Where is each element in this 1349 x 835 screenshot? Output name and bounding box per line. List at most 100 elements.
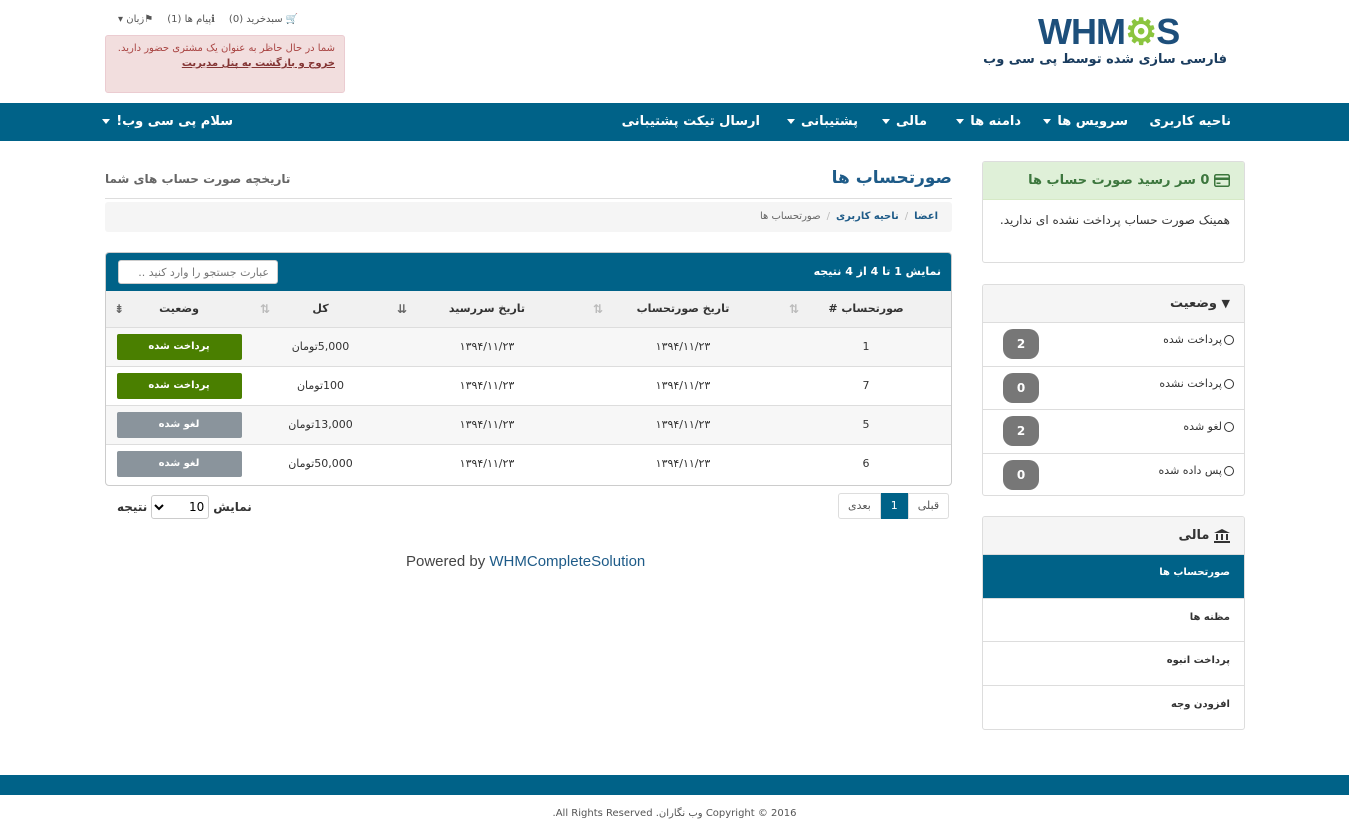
col-label: تاریخ سررسید — [448, 302, 526, 316]
bank-icon — [1214, 528, 1230, 543]
invoice-number-cell: 1 — [862, 340, 870, 353]
due-date-cell: ۱۳۹۴/۱۱/۲۳ — [459, 340, 515, 353]
invoice-date-cell: ۱۳۹۴/۱۱/۲۳ — [655, 457, 711, 471]
alert-text: شما در حال حاظر به عنوان یک مشتری حضور د… — [117, 43, 335, 54]
due-invoices-message: همینک صورت حساب پرداخت نشده ای ندارید. — [999, 213, 1230, 227]
col-label: کل — [312, 302, 329, 316]
breadcrumb: اعضا / ناحیه کاربری / صورتحساب ها — [105, 202, 952, 232]
billing-menu-item[interactable]: پرداخت انبوه — [983, 642, 1244, 686]
due-invoices-panel: 0 سر رسید صورت حساب ها همینک صورت حساب پ… — [982, 161, 1245, 263]
radio-icon — [1224, 335, 1234, 345]
return-to-admin-link[interactable]: خروج و بازگشت به پنل مدیریت — [115, 56, 335, 71]
nav-account[interactable]: سلام پی سی وب! — [102, 103, 233, 141]
status-filter-label: پس داده شده — [1158, 463, 1222, 477]
col-total[interactable]: کل ⇅ — [252, 291, 389, 327]
billing-menu-item[interactable]: صورتحساب ها — [983, 555, 1244, 599]
gear-icon: ⚙ — [1124, 11, 1157, 52]
length-results-label: نتیجه — [117, 500, 148, 514]
status-label: پرداخت شده — [116, 333, 242, 360]
status-label: پرداخت شده — [116, 372, 242, 399]
sort-desc-icon: ⇊ — [397, 302, 408, 316]
col-invoice-number[interactable]: صورتحساب # ⇅ — [781, 291, 951, 327]
sort-icon: ⇅ — [789, 302, 800, 316]
page-1-button[interactable]: 1 — [880, 493, 908, 519]
breadcrumb-portal[interactable]: اعضا — [914, 211, 938, 222]
billing-menu: صورتحساب ها مظنه ها پرداخت انبوه افزودن وجه — [983, 555, 1244, 729]
billing-menu-item[interactable]: مظنه ها — [983, 599, 1244, 642]
main-navbar: ناحیه کاربری سرویس ها دامنه ها مالی پشتی… — [0, 103, 1349, 141]
invoices-table-card: نمایش 1 تا 4 از 4 نتیجه صورتحساب # ⇅ تاری… — [105, 252, 952, 486]
caret-down-icon — [882, 119, 891, 124]
nav-domains[interactable]: دامنه ها — [956, 103, 1021, 141]
table-row[interactable]: 1 ۱۳۹۴/۱۱/۲۳ ۱۳۹۴/۱۱/۲۳ 5,000تومان پرداخت شد… — [106, 327, 951, 366]
breadcrumb-client-area[interactable]: ناحیه کاربری — [836, 211, 899, 222]
status-count-badge: 2 — [1003, 416, 1039, 446]
masquerade-alert: شما در حال حاظر به عنوان یک مشتری حضور د… — [105, 35, 345, 93]
status-cell: پرداخت شده — [106, 327, 252, 366]
messages-label: پیام ها (1) — [167, 14, 212, 25]
caret-down-icon — [1043, 119, 1052, 124]
caret-down-icon — [787, 119, 796, 124]
nav-home-label: ناحیه کاربری — [1149, 114, 1231, 129]
invoice-number-cell: 7 — [862, 379, 870, 392]
nav-services[interactable]: سرویس ها — [1043, 103, 1128, 141]
prev-page-button[interactable]: قبلی — [907, 493, 950, 519]
nav-support[interactable]: پشتیبانی — [787, 103, 858, 141]
cart-link[interactable]: 🛒 سبدخرید (0) — [229, 14, 298, 25]
status-filter-item[interactable]: پرداخت شده 2 — [983, 323, 1244, 367]
table-toolbar: نمایش 1 تا 4 از 4 نتیجه — [106, 253, 951, 291]
page-title: صورتحساب ها — [831, 168, 952, 188]
panel-header: 0 سر رسید صورت حساب ها — [983, 162, 1244, 200]
nav-support-label: پشتیبانی — [801, 114, 858, 129]
cart-label: سبدخرید (0) — [228, 14, 283, 25]
col-due-date[interactable]: تاریخ سررسید ⇊ — [389, 291, 585, 327]
nav-billing[interactable]: مالی — [882, 103, 927, 141]
status-cell: پرداخت شده — [106, 366, 252, 405]
nav-domains-label: دامنه ها — [970, 114, 1021, 129]
filter-icon: ▼ — [1221, 297, 1230, 310]
billing-menu-item[interactable]: افزودن وجه — [983, 686, 1244, 730]
status-list: پرداخت شده 2 پرداخت نشده 0 لغو شده 2 پس داده ش… — [983, 323, 1244, 496]
status-filter-item[interactable]: پس داده شده 0 — [983, 454, 1244, 496]
col-status[interactable]: وضعیت ⇟ — [106, 291, 252, 327]
search-input[interactable] — [118, 260, 278, 284]
status-count-badge: 0 — [1003, 372, 1039, 403]
status-label: لغو شده — [116, 411, 242, 438]
whmcs-logo[interactable]: WHM⚙S — [1038, 14, 1188, 50]
nav-account-label: سلام پی سی وب! — [116, 114, 233, 129]
panel-title: وضعیت — [1169, 296, 1217, 311]
nav-open-ticket[interactable]: ارسال تیکت پشتیبانی — [622, 103, 760, 141]
table-row[interactable]: 5 ۱۳۹۴/۱۱/۲۳ ۱۳۹۴/۱۱/۲۳ 13,000تومان لغو شده — [106, 405, 951, 444]
status-filter-item[interactable]: لغو شده 2 — [983, 410, 1244, 454]
page-subtitle: تاریخچه صورت حساب های شما — [105, 172, 291, 186]
panel-header: ▼ وضعیت — [983, 285, 1244, 323]
whmcs-link[interactable]: WHMCompleteSolution — [489, 553, 645, 570]
invoices-table: صورتحساب # ⇅ تاریخ صورتحساب ⇅ تاریخ سررسید… — [106, 291, 951, 483]
status-filter-item[interactable]: پرداخت نشده 0 — [983, 367, 1244, 410]
messages-link[interactable]: ℹپیام ها (1) — [167, 14, 215, 25]
chevron-down-icon: ▾ — [118, 14, 124, 25]
next-page-button[interactable]: بعدی — [838, 493, 881, 519]
title-divider — [105, 198, 952, 199]
panel-header: مالی — [983, 517, 1244, 555]
table-row[interactable]: 7 ۱۳۹۴/۱۱/۲۳ ۱۳۹۴/۱۱/۲۳ 100تومان پرداخت شده — [106, 366, 951, 405]
status-filter-label: لغو شده — [1183, 420, 1222, 433]
table-row[interactable]: 6 ۱۳۹۴/۱۱/۲۳ ۱۳۹۴/۱۱/۲۳ 50,000تومان لغو شده — [106, 444, 951, 483]
total-cell: 5,000تومان — [291, 340, 350, 353]
col-invoice-date[interactable]: تاریخ صورتحساب ⇅ — [585, 291, 781, 327]
status-count-badge: 2 — [1003, 329, 1039, 359]
table-info: نمایش 1 تا 4 از 4 نتیجه — [813, 265, 941, 278]
total-cell: 100تومان — [296, 379, 345, 392]
language-dropdown[interactable]: ⚑زبان ▾ — [118, 14, 153, 25]
cart-icon: 🛒 — [285, 14, 299, 25]
radio-icon — [1224, 465, 1234, 476]
powered-by: Powered by WHMCompleteSolution — [406, 553, 645, 570]
breadcrumb-current: صورتحساب ها — [759, 211, 821, 222]
col-label: تاریخ صورتحساب — [636, 302, 730, 316]
page-length-select[interactable]: 10 — [151, 495, 210, 519]
breadcrumb-separator: / — [826, 211, 830, 222]
caret-down-icon — [102, 119, 111, 124]
billing-menu-panel: مالی صورتحساب ها مظنه ها پرداخت انبوه افزود… — [982, 516, 1245, 730]
nav-home[interactable]: ناحیه کاربری — [1149, 103, 1231, 141]
status-cell: لغو شده — [106, 444, 252, 483]
